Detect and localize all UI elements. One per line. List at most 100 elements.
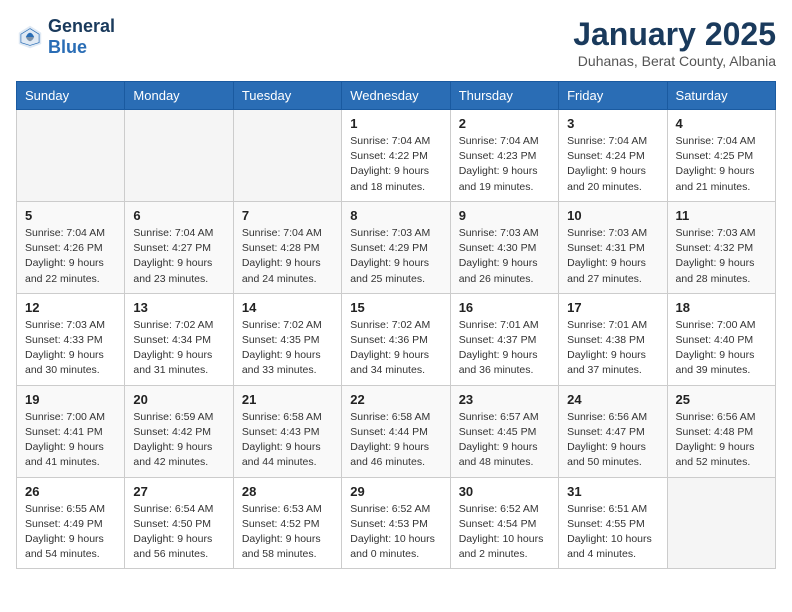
- calendar-table: SundayMondayTuesdayWednesdayThursdayFrid…: [16, 81, 776, 569]
- day-info: Sunrise: 6:52 AM Sunset: 4:54 PM Dayligh…: [459, 502, 550, 563]
- day-info: Sunrise: 6:56 AM Sunset: 4:48 PM Dayligh…: [676, 410, 767, 471]
- day-info: Sunrise: 6:58 AM Sunset: 4:44 PM Dayligh…: [350, 410, 441, 471]
- weekday-header-thursday: Thursday: [450, 82, 558, 110]
- day-info: Sunrise: 7:02 AM Sunset: 4:34 PM Dayligh…: [133, 318, 224, 379]
- day-number: 18: [676, 300, 767, 315]
- week-row-5: 26Sunrise: 6:55 AM Sunset: 4:49 PM Dayli…: [17, 477, 776, 569]
- day-info: Sunrise: 6:58 AM Sunset: 4:43 PM Dayligh…: [242, 410, 333, 471]
- calendar-cell: [667, 477, 775, 569]
- day-info: Sunrise: 7:03 AM Sunset: 4:29 PM Dayligh…: [350, 226, 441, 287]
- day-number: 4: [676, 116, 767, 131]
- title-block: January 2025 Duhanas, Berat County, Alba…: [573, 16, 776, 69]
- calendar-cell: 24 Sunrise: 6:56 AM Sunset: 4:47 PM Dayli…: [559, 385, 667, 477]
- calendar-cell: [233, 110, 341, 202]
- calendar-cell: [125, 110, 233, 202]
- day-info: Sunrise: 7:01 AM Sunset: 4:38 PM Dayligh…: [567, 318, 658, 379]
- day-number: 14: [242, 300, 333, 315]
- calendar-cell: 15 Sunrise: 7:02 AM Sunset: 4:36 PM Dayli…: [342, 293, 450, 385]
- calendar-cell: 23Sunrise: 6:57 AM Sunset: 4:45 PM Dayli…: [450, 385, 558, 477]
- calendar-cell: 16 Sunrise: 7:01 AM Sunset: 4:37 PM Dayli…: [450, 293, 558, 385]
- day-info: Sunrise: 6:52 AM Sunset: 4:53 PM Dayligh…: [350, 502, 441, 563]
- day-info: Sunrise: 7:04 AM Sunset: 4:25 PM Dayligh…: [676, 134, 767, 195]
- calendar-cell: 2Sunrise: 7:04 AM Sunset: 4:23 PM Daylig…: [450, 110, 558, 202]
- calendar-cell: 10 Sunrise: 7:03 AM Sunset: 4:31 PM Dayli…: [559, 201, 667, 293]
- week-row-1: 1Sunrise: 7:04 AM Sunset: 4:22 PM Daylig…: [17, 110, 776, 202]
- calendar-cell: 19 Sunrise: 7:00 AM Sunset: 4:41 PM Dayli…: [17, 385, 125, 477]
- day-number: 12: [25, 300, 116, 315]
- calendar-cell: 29 Sunrise: 6:52 AM Sunset: 4:53 PM Dayli…: [342, 477, 450, 569]
- day-info: Sunrise: 6:54 AM Sunset: 4:50 PM Dayligh…: [133, 502, 224, 563]
- day-info: Sunrise: 6:59 AM Sunset: 4:42 PM Dayligh…: [133, 410, 224, 471]
- day-info: Sunrise: 7:04 AM Sunset: 4:24 PM Dayligh…: [567, 134, 658, 195]
- weekday-header-row: SundayMondayTuesdayWednesdayThursdayFrid…: [17, 82, 776, 110]
- calendar-cell: 25 Sunrise: 6:56 AM Sunset: 4:48 PM Dayli…: [667, 385, 775, 477]
- calendar-cell: 30 Sunrise: 6:52 AM Sunset: 4:54 PM Dayli…: [450, 477, 558, 569]
- day-number: 9: [459, 208, 550, 223]
- day-number: 24: [567, 392, 658, 407]
- day-info: Sunrise: 7:02 AM Sunset: 4:36 PM Dayligh…: [350, 318, 441, 379]
- calendar-cell: 1Sunrise: 7:04 AM Sunset: 4:22 PM Daylig…: [342, 110, 450, 202]
- calendar-cell: 11 Sunrise: 7:03 AM Sunset: 4:32 PM Dayli…: [667, 201, 775, 293]
- week-row-3: 12 Sunrise: 7:03 AM Sunset: 4:33 PM Dayli…: [17, 293, 776, 385]
- day-number: 27: [133, 484, 224, 499]
- day-info: Sunrise: 6:53 AM Sunset: 4:52 PM Dayligh…: [242, 502, 333, 563]
- calendar-cell: 5Sunrise: 7:04 AM Sunset: 4:26 PM Daylig…: [17, 201, 125, 293]
- calendar-cell: 28 Sunrise: 6:53 AM Sunset: 4:52 PM Dayli…: [233, 477, 341, 569]
- day-info: Sunrise: 6:56 AM Sunset: 4:47 PM Dayligh…: [567, 410, 658, 471]
- day-number: 28: [242, 484, 333, 499]
- day-info: Sunrise: 6:57 AM Sunset: 4:45 PM Dayligh…: [459, 410, 550, 471]
- weekday-header-friday: Friday: [559, 82, 667, 110]
- calendar-cell: 31Sunrise: 6:51 AM Sunset: 4:55 PM Dayli…: [559, 477, 667, 569]
- weekday-header-wednesday: Wednesday: [342, 82, 450, 110]
- day-number: 17: [567, 300, 658, 315]
- calendar-cell: 27 Sunrise: 6:54 AM Sunset: 4:50 PM Dayli…: [125, 477, 233, 569]
- logo-general: General: [48, 16, 115, 36]
- day-info: Sunrise: 7:03 AM Sunset: 4:30 PM Dayligh…: [459, 226, 550, 287]
- day-info: Sunrise: 6:55 AM Sunset: 4:49 PM Dayligh…: [25, 502, 116, 563]
- day-info: Sunrise: 7:00 AM Sunset: 4:40 PM Dayligh…: [676, 318, 767, 379]
- day-number: 29: [350, 484, 441, 499]
- day-info: Sunrise: 7:04 AM Sunset: 4:27 PM Dayligh…: [133, 226, 224, 287]
- weekday-header-sunday: Sunday: [17, 82, 125, 110]
- calendar-cell: 22Sunrise: 6:58 AM Sunset: 4:44 PM Dayli…: [342, 385, 450, 477]
- day-info: Sunrise: 7:04 AM Sunset: 4:26 PM Dayligh…: [25, 226, 116, 287]
- day-info: Sunrise: 7:02 AM Sunset: 4:35 PM Dayligh…: [242, 318, 333, 379]
- day-number: 1: [350, 116, 441, 131]
- day-number: 6: [133, 208, 224, 223]
- calendar-cell: 20 Sunrise: 6:59 AM Sunset: 4:42 PM Dayli…: [125, 385, 233, 477]
- day-number: 31: [567, 484, 658, 499]
- day-number: 19: [25, 392, 116, 407]
- weekday-header-saturday: Saturday: [667, 82, 775, 110]
- day-number: 16: [459, 300, 550, 315]
- day-info: Sunrise: 7:03 AM Sunset: 4:33 PM Dayligh…: [25, 318, 116, 379]
- day-info: Sunrise: 7:00 AM Sunset: 4:41 PM Dayligh…: [25, 410, 116, 471]
- calendar-cell: 3 Sunrise: 7:04 AM Sunset: 4:24 PM Daylig…: [559, 110, 667, 202]
- day-info: Sunrise: 7:03 AM Sunset: 4:31 PM Dayligh…: [567, 226, 658, 287]
- calendar-cell: 17 Sunrise: 7:01 AM Sunset: 4:38 PM Dayli…: [559, 293, 667, 385]
- calendar-cell: 6 Sunrise: 7:04 AM Sunset: 4:27 PM Daylig…: [125, 201, 233, 293]
- day-info: Sunrise: 7:03 AM Sunset: 4:32 PM Dayligh…: [676, 226, 767, 287]
- day-number: 25: [676, 392, 767, 407]
- calendar-cell: 14 Sunrise: 7:02 AM Sunset: 4:35 PM Dayli…: [233, 293, 341, 385]
- week-row-4: 19 Sunrise: 7:00 AM Sunset: 4:41 PM Dayli…: [17, 385, 776, 477]
- calendar-cell: 4 Sunrise: 7:04 AM Sunset: 4:25 PM Daylig…: [667, 110, 775, 202]
- day-number: 20: [133, 392, 224, 407]
- day-info: Sunrise: 7:04 AM Sunset: 4:28 PM Dayligh…: [242, 226, 333, 287]
- day-number: 3: [567, 116, 658, 131]
- day-number: 13: [133, 300, 224, 315]
- day-number: 10: [567, 208, 658, 223]
- logo-icon: [16, 23, 44, 51]
- calendar-cell: 21 Sunrise: 6:58 AM Sunset: 4:43 PM Dayli…: [233, 385, 341, 477]
- weekday-header-tuesday: Tuesday: [233, 82, 341, 110]
- week-row-2: 5Sunrise: 7:04 AM Sunset: 4:26 PM Daylig…: [17, 201, 776, 293]
- day-info: Sunrise: 7:01 AM Sunset: 4:37 PM Dayligh…: [459, 318, 550, 379]
- day-number: 21: [242, 392, 333, 407]
- calendar-cell: 8Sunrise: 7:03 AM Sunset: 4:29 PM Daylig…: [342, 201, 450, 293]
- day-number: 15: [350, 300, 441, 315]
- page-header: General Blue January 2025 Duhanas, Berat…: [16, 16, 776, 69]
- day-number: 30: [459, 484, 550, 499]
- day-number: 2: [459, 116, 550, 131]
- weekday-header-monday: Monday: [125, 82, 233, 110]
- calendar-cell: 18 Sunrise: 7:00 AM Sunset: 4:40 PM Dayli…: [667, 293, 775, 385]
- day-number: 11: [676, 208, 767, 223]
